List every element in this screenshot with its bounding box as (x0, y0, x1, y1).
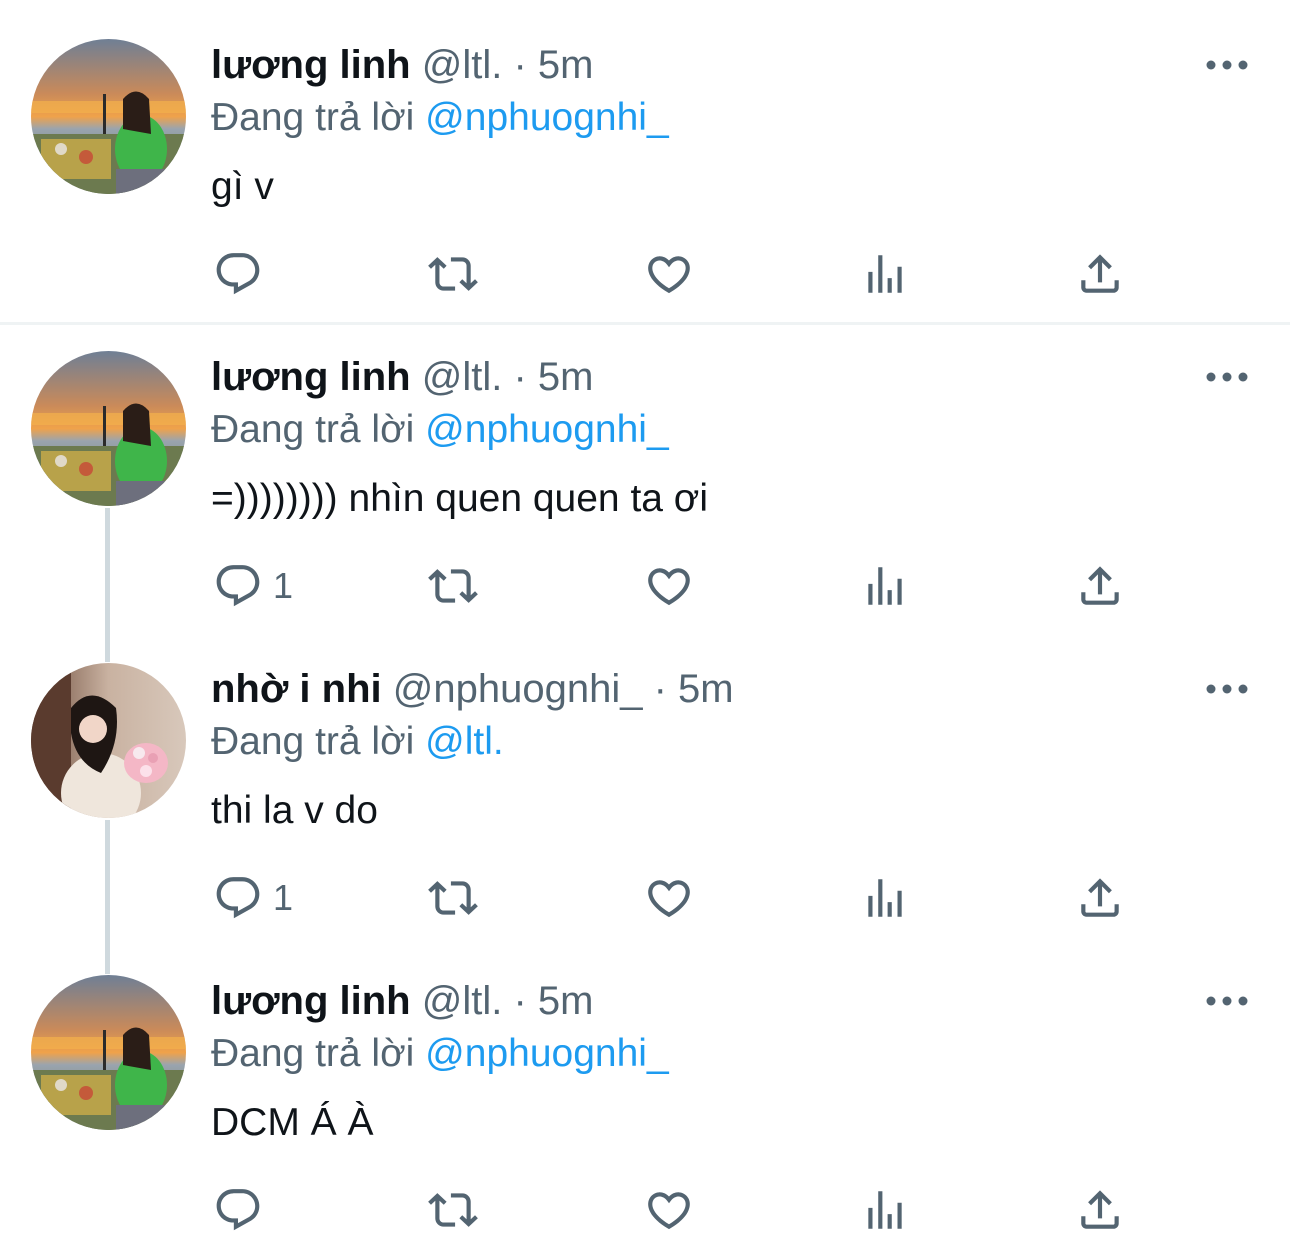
reply-count: 1 (273, 877, 294, 918)
replying-to: Đang trả lời @nphuognhi_ (211, 1029, 669, 1079)
more-icon[interactable] (1205, 679, 1249, 699)
reply-button[interactable]: 1 (213, 556, 293, 616)
tweet-text: DCM Á À (211, 1101, 374, 1144)
like-button[interactable] (644, 1180, 694, 1240)
tweet[interactable]: lương linh @ltl. · 5m Đang trả lời @nphu… (0, 312, 1290, 624)
reply-button[interactable] (213, 1180, 273, 1240)
replying-to: Đang trả lời @nphuognhi_ (211, 405, 669, 455)
replying-to: Đang trả lời @nphuognhi_ (211, 93, 669, 143)
views-button[interactable] (860, 244, 910, 304)
separator-dot: · (513, 979, 527, 1023)
more-icon[interactable] (1205, 55, 1249, 75)
avatar[interactable] (31, 663, 186, 818)
tweet-text: thi la v do (211, 789, 378, 832)
retweet-button[interactable] (428, 556, 478, 616)
retweet-icon (428, 1185, 478, 1235)
share-button[interactable] (1075, 556, 1125, 616)
user-handle[interactable]: @ltl. (422, 43, 503, 87)
display-name[interactable]: lương linh (211, 43, 411, 87)
user-handle[interactable]: @ltl. (422, 979, 503, 1023)
timestamp[interactable]: 5m (538, 355, 594, 399)
avatar[interactable] (31, 975, 186, 1130)
share-icon (1075, 1185, 1125, 1235)
replying-to-label: Đang trả lời (211, 1032, 415, 1075)
mention-link[interactable]: @nphuognhi_ (425, 1032, 668, 1075)
display-name[interactable]: lương linh (211, 355, 411, 399)
views-icon (860, 561, 910, 611)
user-handle[interactable]: @ltl. (422, 355, 503, 399)
share-button[interactable] (1075, 1180, 1125, 1240)
retweet-button[interactable] (428, 244, 478, 304)
display-name[interactable]: lương linh (211, 979, 411, 1023)
separator-dot: · (653, 667, 667, 711)
share-icon (1075, 561, 1125, 611)
more-icon[interactable] (1205, 991, 1249, 1011)
reply-icon (213, 873, 263, 923)
action-bar (0, 244, 1290, 304)
tweet-header: nhờ i nhi @nphuognhi_ · 5m (211, 664, 734, 714)
like-icon (644, 249, 694, 299)
action-bar (0, 1180, 1290, 1240)
user-handle[interactable]: @nphuognhi_ (393, 667, 643, 711)
mention-link[interactable]: @nphuognhi_ (425, 408, 668, 451)
share-icon (1075, 873, 1125, 923)
flowers-portrait-avatar (31, 663, 186, 818)
timestamp[interactable]: 5m (538, 43, 594, 87)
separator-dot: · (513, 355, 527, 399)
views-button[interactable] (860, 1180, 910, 1240)
share-button[interactable] (1075, 868, 1125, 928)
beach-sunset-avatar (31, 351, 186, 506)
like-icon (644, 1185, 694, 1235)
reply-icon (213, 561, 263, 611)
like-icon (644, 561, 694, 611)
beach-sunset-avatar (31, 975, 186, 1130)
like-button[interactable] (644, 556, 694, 616)
reply-count: 1 (273, 565, 294, 606)
reply-icon (213, 1185, 263, 1235)
retweet-button[interactable] (428, 1180, 478, 1240)
retweet-button[interactable] (428, 868, 478, 928)
reply-button[interactable] (213, 244, 273, 304)
action-bar: 1 (0, 868, 1290, 928)
replying-to-label: Đang trả lời (211, 720, 415, 763)
reply-button[interactable]: 1 (213, 868, 293, 928)
views-icon (860, 1185, 910, 1235)
views-button[interactable] (860, 556, 910, 616)
tweet[interactable]: lương linh @ltl. · 5m Đang trả lời @nphu… (0, 0, 1290, 322)
display-name[interactable]: nhờ i nhi (211, 667, 382, 711)
avatar[interactable] (31, 351, 186, 506)
replying-to: Đang trả lời @ltl. (211, 717, 504, 767)
mention-link[interactable]: @nphuognhi_ (425, 96, 668, 139)
replying-to-label: Đang trả lời (211, 408, 415, 451)
more-icon[interactable] (1205, 367, 1249, 387)
reply-icon (213, 249, 263, 299)
retweet-icon (428, 249, 478, 299)
timestamp[interactable]: 5m (678, 667, 734, 711)
like-icon (644, 873, 694, 923)
views-icon (860, 873, 910, 923)
replying-to-label: Đang trả lời (211, 96, 415, 139)
beach-sunset-avatar (31, 39, 186, 194)
tweet-header: lương linh @ltl. · 5m (211, 976, 593, 1026)
action-bar: 1 (0, 556, 1290, 616)
views-button[interactable] (860, 868, 910, 928)
tweet[interactable]: lương linh @ltl. · 5m Đang trả lời @nphu… (0, 936, 1290, 1258)
tweet-text: =)))))))) nhìn quen quen ta ơi (211, 477, 709, 520)
avatar[interactable] (31, 39, 186, 194)
timestamp[interactable]: 5m (538, 979, 594, 1023)
separator-dot: · (513, 43, 527, 87)
mention-link[interactable]: @ltl. (425, 720, 504, 763)
retweet-icon (428, 873, 478, 923)
retweet-icon (428, 561, 478, 611)
tweet[interactable]: nhờ i nhi @nphuognhi_ · 5m Đang trả lời … (0, 624, 1290, 936)
share-icon (1075, 249, 1125, 299)
share-button[interactable] (1075, 244, 1125, 304)
tweet-text: gì v (211, 165, 274, 208)
like-button[interactable] (644, 244, 694, 304)
like-button[interactable] (644, 868, 694, 928)
tweet-header: lương linh @ltl. · 5m (211, 40, 593, 90)
tweet-header: lương linh @ltl. · 5m (211, 352, 593, 402)
views-icon (860, 249, 910, 299)
